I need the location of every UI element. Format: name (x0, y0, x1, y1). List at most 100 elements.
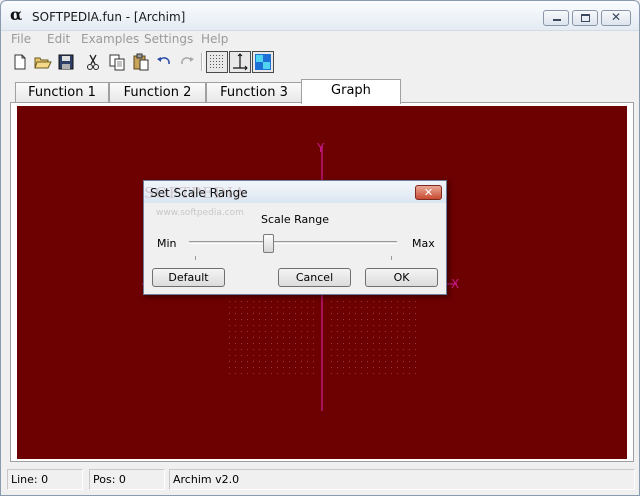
grid-dot (391, 343, 392, 344)
grid-dot (367, 343, 368, 344)
grid-dot (409, 307, 410, 308)
grid-dot (235, 319, 236, 320)
grid-dot (343, 313, 344, 314)
grid-dot (277, 337, 278, 338)
grid-dot (373, 313, 374, 314)
redo-icon (181, 57, 194, 65)
grid-dot (301, 355, 302, 356)
grid-dot (235, 331, 236, 332)
grid-dot (415, 367, 416, 368)
tab-function-1[interactable]: Function 1 (15, 82, 109, 103)
undo-button[interactable] (154, 52, 174, 72)
grid-dot (343, 319, 344, 320)
grid-dot (247, 313, 248, 314)
grid-dot (391, 313, 392, 314)
grid-dot (409, 331, 410, 332)
grid-dot (331, 367, 332, 368)
tab-graph[interactable]: Graph (301, 79, 401, 104)
grid-dot (235, 337, 236, 338)
grid-dot (307, 337, 308, 338)
grid-dot (241, 313, 242, 314)
grid-dot (385, 349, 386, 350)
grid-dot (367, 355, 368, 356)
grid-dot (283, 307, 284, 308)
tab-function-2[interactable]: Function 2 (109, 82, 206, 103)
grid-dot (241, 331, 242, 332)
cancel-button[interactable]: Cancel (278, 268, 351, 287)
grid-dot (283, 319, 284, 320)
grid-dot (343, 355, 344, 356)
close-button[interactable]: ✕ (601, 10, 631, 26)
grid-dot (271, 307, 272, 308)
grid-dot (283, 355, 284, 356)
maximize-button[interactable] (572, 10, 598, 26)
grid-dot (385, 355, 386, 356)
open-button[interactable] (33, 52, 53, 72)
grid-dot (301, 331, 302, 332)
grid-dot (259, 331, 260, 332)
grid-dot (265, 325, 266, 326)
grid-dot (385, 301, 386, 302)
default-button[interactable]: Default (152, 268, 225, 287)
grid-dot (259, 361, 260, 362)
grid-dot (283, 325, 284, 326)
axes-toggle-button[interactable] (229, 51, 251, 73)
grid-dot (397, 373, 398, 374)
grid-dot (355, 307, 356, 308)
grid-dot (349, 355, 350, 356)
grid-dot (385, 325, 386, 326)
grid-toggle-button[interactable] (206, 51, 228, 73)
grid-dot (331, 349, 332, 350)
copy-button[interactable] (107, 52, 127, 72)
grid-dot (295, 349, 296, 350)
grid-dot (409, 349, 410, 350)
save-button[interactable] (56, 52, 76, 72)
grid-dot (391, 361, 392, 362)
grid-dot (391, 331, 392, 332)
scale-slider-thumb[interactable] (262, 234, 274, 253)
grid-dot (373, 373, 374, 374)
y-axis-label: Y (316, 141, 325, 155)
grid-dot (337, 319, 338, 320)
ok-button[interactable]: OK (365, 268, 438, 287)
grid-dot (355, 349, 356, 350)
scale-slider-track[interactable] (189, 241, 397, 244)
grid-dot (283, 337, 284, 338)
grid-dot (229, 355, 230, 356)
grid-dot (385, 313, 386, 314)
menu-bar: File Edit Examples Settings Help (1, 31, 639, 49)
redo-button[interactable] (177, 52, 197, 72)
menu-file[interactable]: File (11, 32, 31, 46)
grid-dot (295, 313, 296, 314)
menu-settings[interactable]: Settings (144, 32, 193, 46)
paste-button[interactable] (131, 52, 151, 72)
new-file-button[interactable] (10, 52, 30, 72)
grid-dot (355, 319, 356, 320)
menu-examples[interactable]: Examples (81, 32, 139, 46)
grid-dot (343, 367, 344, 368)
dialog-title: Set Scale Range (150, 186, 248, 200)
color-fill-button[interactable] (252, 51, 274, 73)
x-axis-label: X (451, 277, 459, 291)
grid-dot (403, 325, 404, 326)
menu-edit[interactable]: Edit (47, 32, 70, 46)
cut-button[interactable] (83, 52, 103, 72)
grid-dot (415, 373, 416, 374)
grid-dot (307, 313, 308, 314)
minimize-button[interactable] (543, 10, 569, 26)
menu-help[interactable]: Help (201, 32, 228, 46)
grid-dot (241, 319, 242, 320)
grid-dot (403, 313, 404, 314)
grid-dot (301, 325, 302, 326)
dialog-close-button[interactable]: ✕ (415, 185, 442, 200)
grid-dot (235, 343, 236, 344)
grid-dot (367, 349, 368, 350)
grid-dot (247, 361, 248, 362)
grid-dot (361, 361, 362, 362)
grid-dot (313, 307, 314, 308)
grid-dot (241, 343, 242, 344)
grid-dot (403, 367, 404, 368)
grid-dot (349, 313, 350, 314)
grid-dot (331, 373, 332, 374)
tab-function-3[interactable]: Function 3 (206, 82, 302, 103)
